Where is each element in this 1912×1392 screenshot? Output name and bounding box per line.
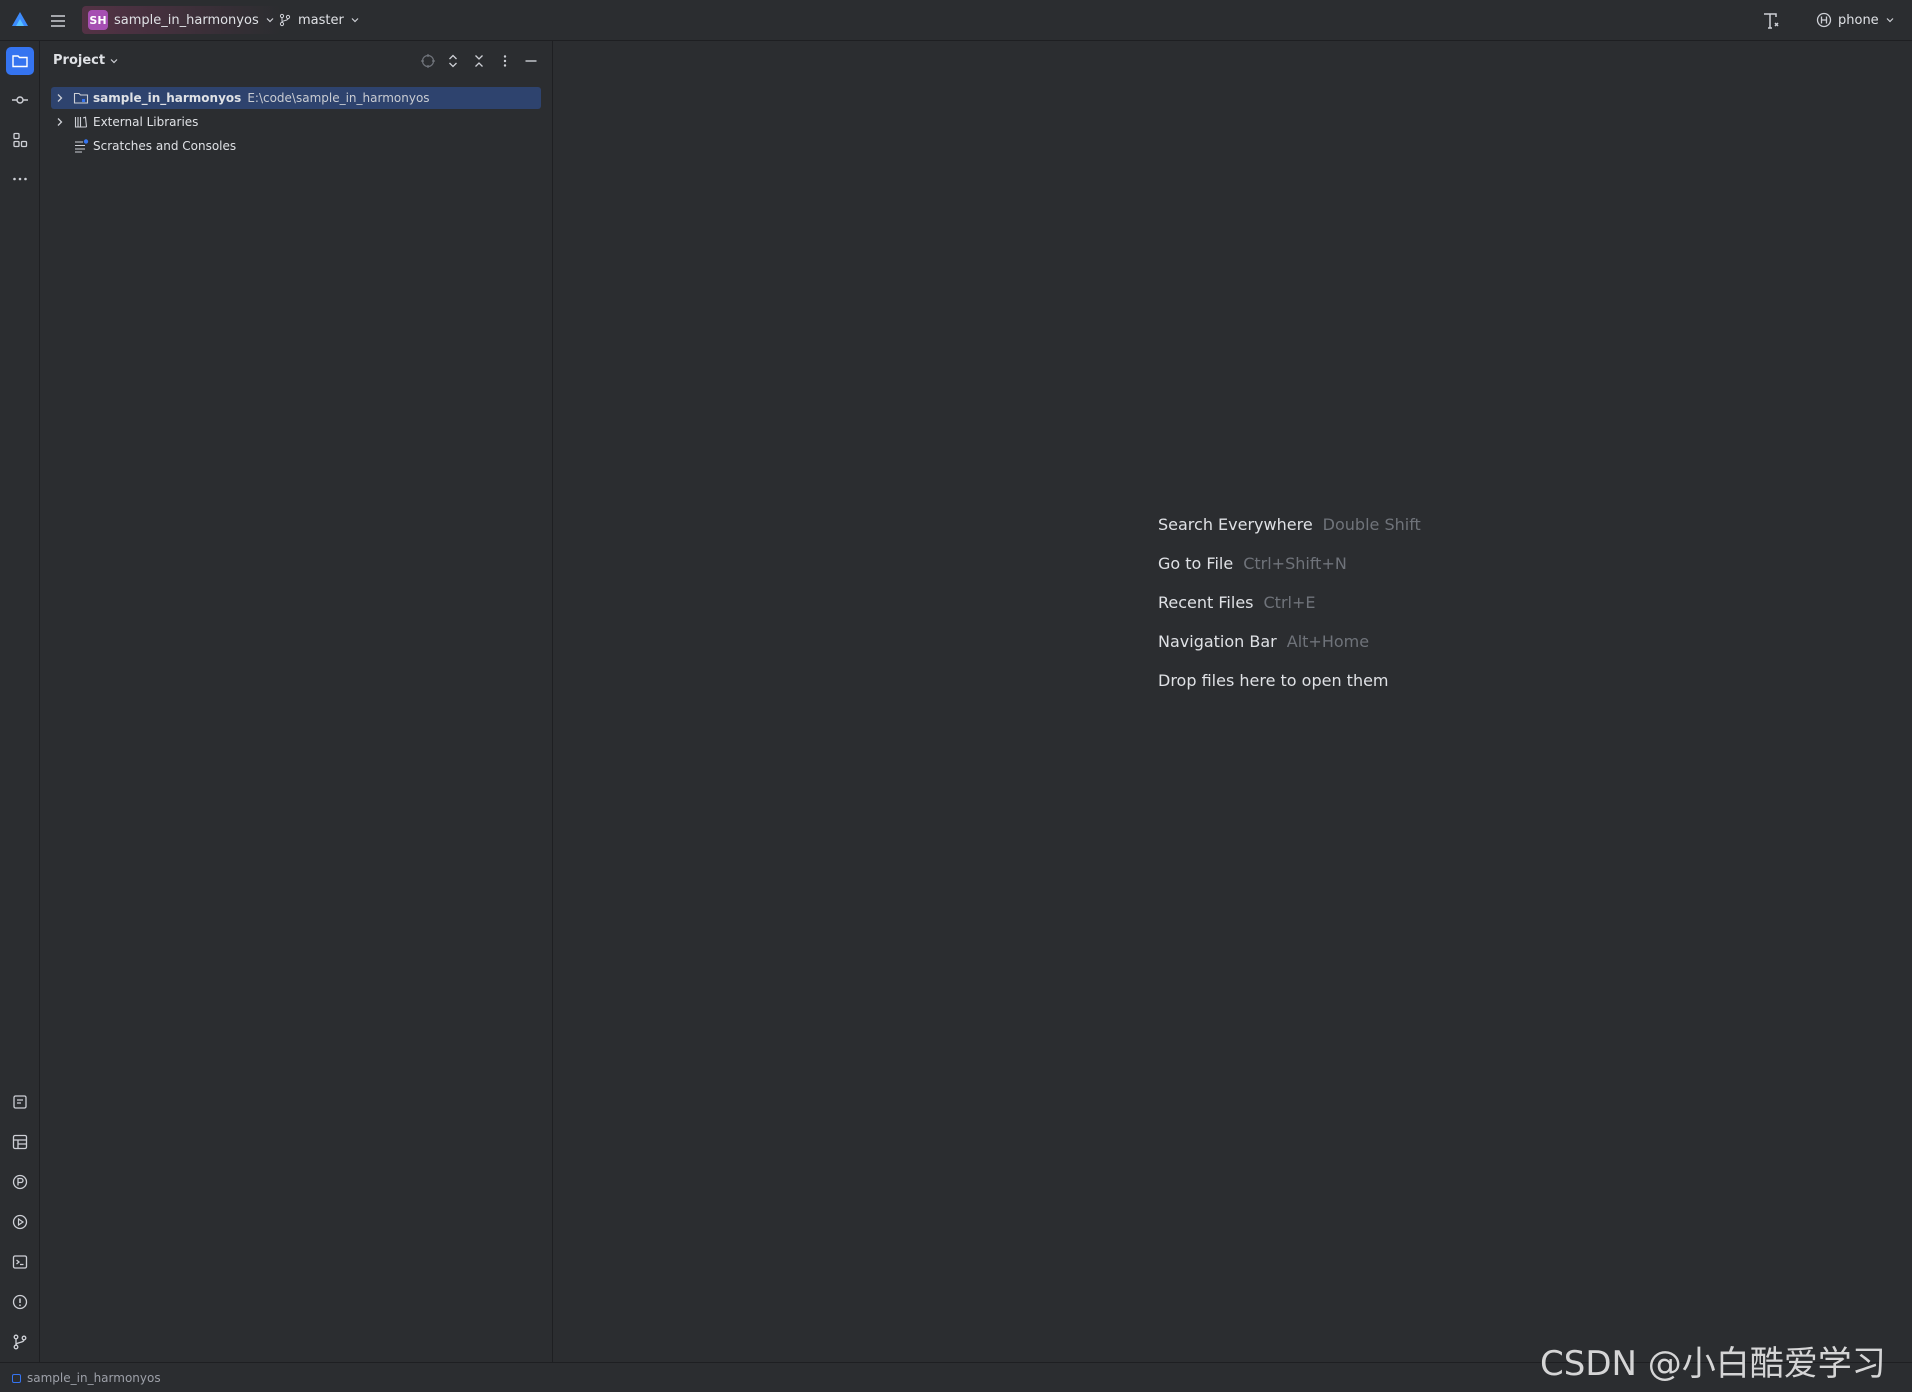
options-kebab-icon[interactable] <box>497 53 513 69</box>
panel-title: Project <box>53 53 106 68</box>
profiler-icon <box>12 1174 28 1190</box>
run-services-icon <box>12 1214 28 1230</box>
project-tool-button[interactable] <box>6 47 34 75</box>
chevron-right-icon[interactable] <box>53 91 67 105</box>
editor-area[interactable]: Search Everywhere Double Shift Go to Fil… <box>554 41 1912 1362</box>
main-menu-icon[interactable] <box>48 11 68 31</box>
terminal-icon <box>12 1255 28 1269</box>
run-tool-button[interactable] <box>6 1208 34 1236</box>
hint-navigation-bar: Navigation Bar Alt+Home <box>1158 622 1421 661</box>
commit-icon <box>12 96 28 104</box>
commit-tool-button[interactable] <box>6 86 34 114</box>
status-breadcrumb-project[interactable]: sample_in_harmonyos <box>12 1371 161 1385</box>
status-project-name: sample_in_harmonyos <box>27 1371 161 1385</box>
hint-shortcut: Double Shift <box>1322 515 1421 534</box>
editor-empty-state: Search Everywhere Double Shift Go to Fil… <box>554 41 1912 1362</box>
layout-tool-button[interactable] <box>6 1128 34 1156</box>
problems-icon <box>12 1294 28 1310</box>
collapse-all-icon[interactable] <box>471 53 487 69</box>
hint-shortcut: Ctrl+Shift+N <box>1243 554 1347 573</box>
harmony-device-icon <box>1816 12 1832 28</box>
hint-go-to-file: Go to File Ctrl+Shift+N <box>1158 544 1421 583</box>
expand-all-icon[interactable] <box>445 53 461 69</box>
tool-window-strip <box>0 41 40 1362</box>
project-widget[interactable]: SH sample_in_harmonyos <box>82 6 281 34</box>
chevron-right-icon[interactable] <box>53 115 67 129</box>
hint-label: Drop files here to open them <box>1158 671 1389 690</box>
chevron-down-icon <box>1886 18 1894 23</box>
project-view-selector[interactable]: Project <box>53 53 119 68</box>
more-horizontal-icon <box>13 177 27 181</box>
editor-hints: Search Everywhere Double Shift Go to Fil… <box>1158 505 1421 700</box>
library-icon <box>74 116 88 128</box>
tree-item-label: sample_in_harmonyos <box>93 91 242 105</box>
branch-icon <box>279 13 291 27</box>
hint-drop-files: Drop files here to open them <box>1158 661 1421 700</box>
hint-shortcut: Ctrl+E <box>1263 593 1316 612</box>
scratches-icon <box>75 139 89 153</box>
hide-panel-icon[interactable] <box>523 53 539 69</box>
build-hammer-icon[interactable] <box>1760 10 1782 32</box>
title-bar: SH sample_in_harmonyos master phone <box>0 0 1912 41</box>
module-square-icon <box>12 1373 21 1383</box>
tree-item-path: E:\code\sample_in_harmonyos <box>247 91 430 105</box>
more-tools-button[interactable] <box>6 165 34 193</box>
tree-item-label: Scratches and Consoles <box>93 139 237 153</box>
hint-shortcut: Alt+Home <box>1286 632 1370 651</box>
problems-tool-button[interactable] <box>6 1288 34 1316</box>
branch-name: master <box>298 12 344 28</box>
chevron-down-icon <box>351 18 359 23</box>
tree-item-label: External Libraries <box>93 115 199 129</box>
terminal-tool-button[interactable] <box>6 1248 34 1276</box>
folder-icon <box>12 55 28 68</box>
git-branch-icon <box>13 1334 27 1350</box>
hint-label: Go to File <box>1158 554 1234 573</box>
todo-icon <box>13 1095 27 1109</box>
project-badge: SH <box>88 10 108 30</box>
profiler-tool-button[interactable] <box>6 1168 34 1196</box>
tree-row-project-root[interactable]: sample_in_harmonyos E:\code\sample_in_ha… <box>51 87 541 109</box>
project-name: sample_in_harmonyos <box>114 12 259 28</box>
ide-window: SH sample_in_harmonyos master phone Proj… <box>0 0 1912 1392</box>
device-name: phone <box>1838 12 1879 28</box>
device-selector[interactable]: phone <box>1810 6 1901 34</box>
hint-recent-files: Recent Files Ctrl+E <box>1158 583 1421 622</box>
hint-search-everywhere: Search Everywhere Double Shift <box>1158 505 1421 544</box>
structure-tool-button[interactable] <box>6 126 34 154</box>
tree-row-scratches[interactable]: Scratches and Consoles <box>51 135 541 157</box>
locate-icon[interactable] <box>420 53 436 69</box>
watermark-text: CSDN @小白酷爱学习 <box>1540 1344 1886 1384</box>
project-panel-header: Project <box>41 41 553 81</box>
chevron-down-icon <box>110 58 118 63</box>
app-logo-icon[interactable] <box>10 10 30 30</box>
structure-icon <box>13 132 28 148</box>
module-folder-icon <box>73 92 89 104</box>
hint-label: Recent Files <box>1158 593 1254 612</box>
tree-row-external-libraries[interactable]: External Libraries <box>51 111 541 133</box>
todo-tool-button[interactable] <box>6 1088 34 1116</box>
git-tool-button[interactable] <box>6 1328 34 1356</box>
vcs-branch-widget[interactable]: master <box>272 6 366 34</box>
hint-label: Search Everywhere <box>1158 515 1313 534</box>
hint-label: Navigation Bar <box>1158 632 1277 651</box>
project-panel: Project sample_in_harmonyos E:\code\samp… <box>41 41 553 1362</box>
table-layout-icon <box>12 1134 28 1150</box>
